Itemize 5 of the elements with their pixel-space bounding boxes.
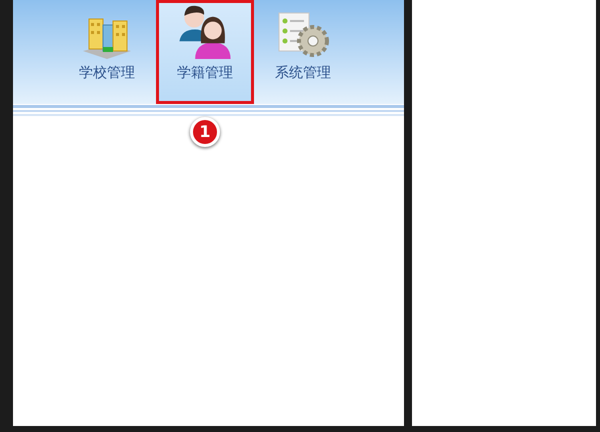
- step-badge: 1: [190, 117, 220, 147]
- checklist-gear-icon: [277, 11, 329, 59]
- toolbar-button[interactable]: 学校管理: [61, 0, 153, 104]
- toolbar-button[interactable]: 学籍管理: [159, 0, 251, 104]
- toolbar-button[interactable]: 系统管理: [257, 0, 349, 104]
